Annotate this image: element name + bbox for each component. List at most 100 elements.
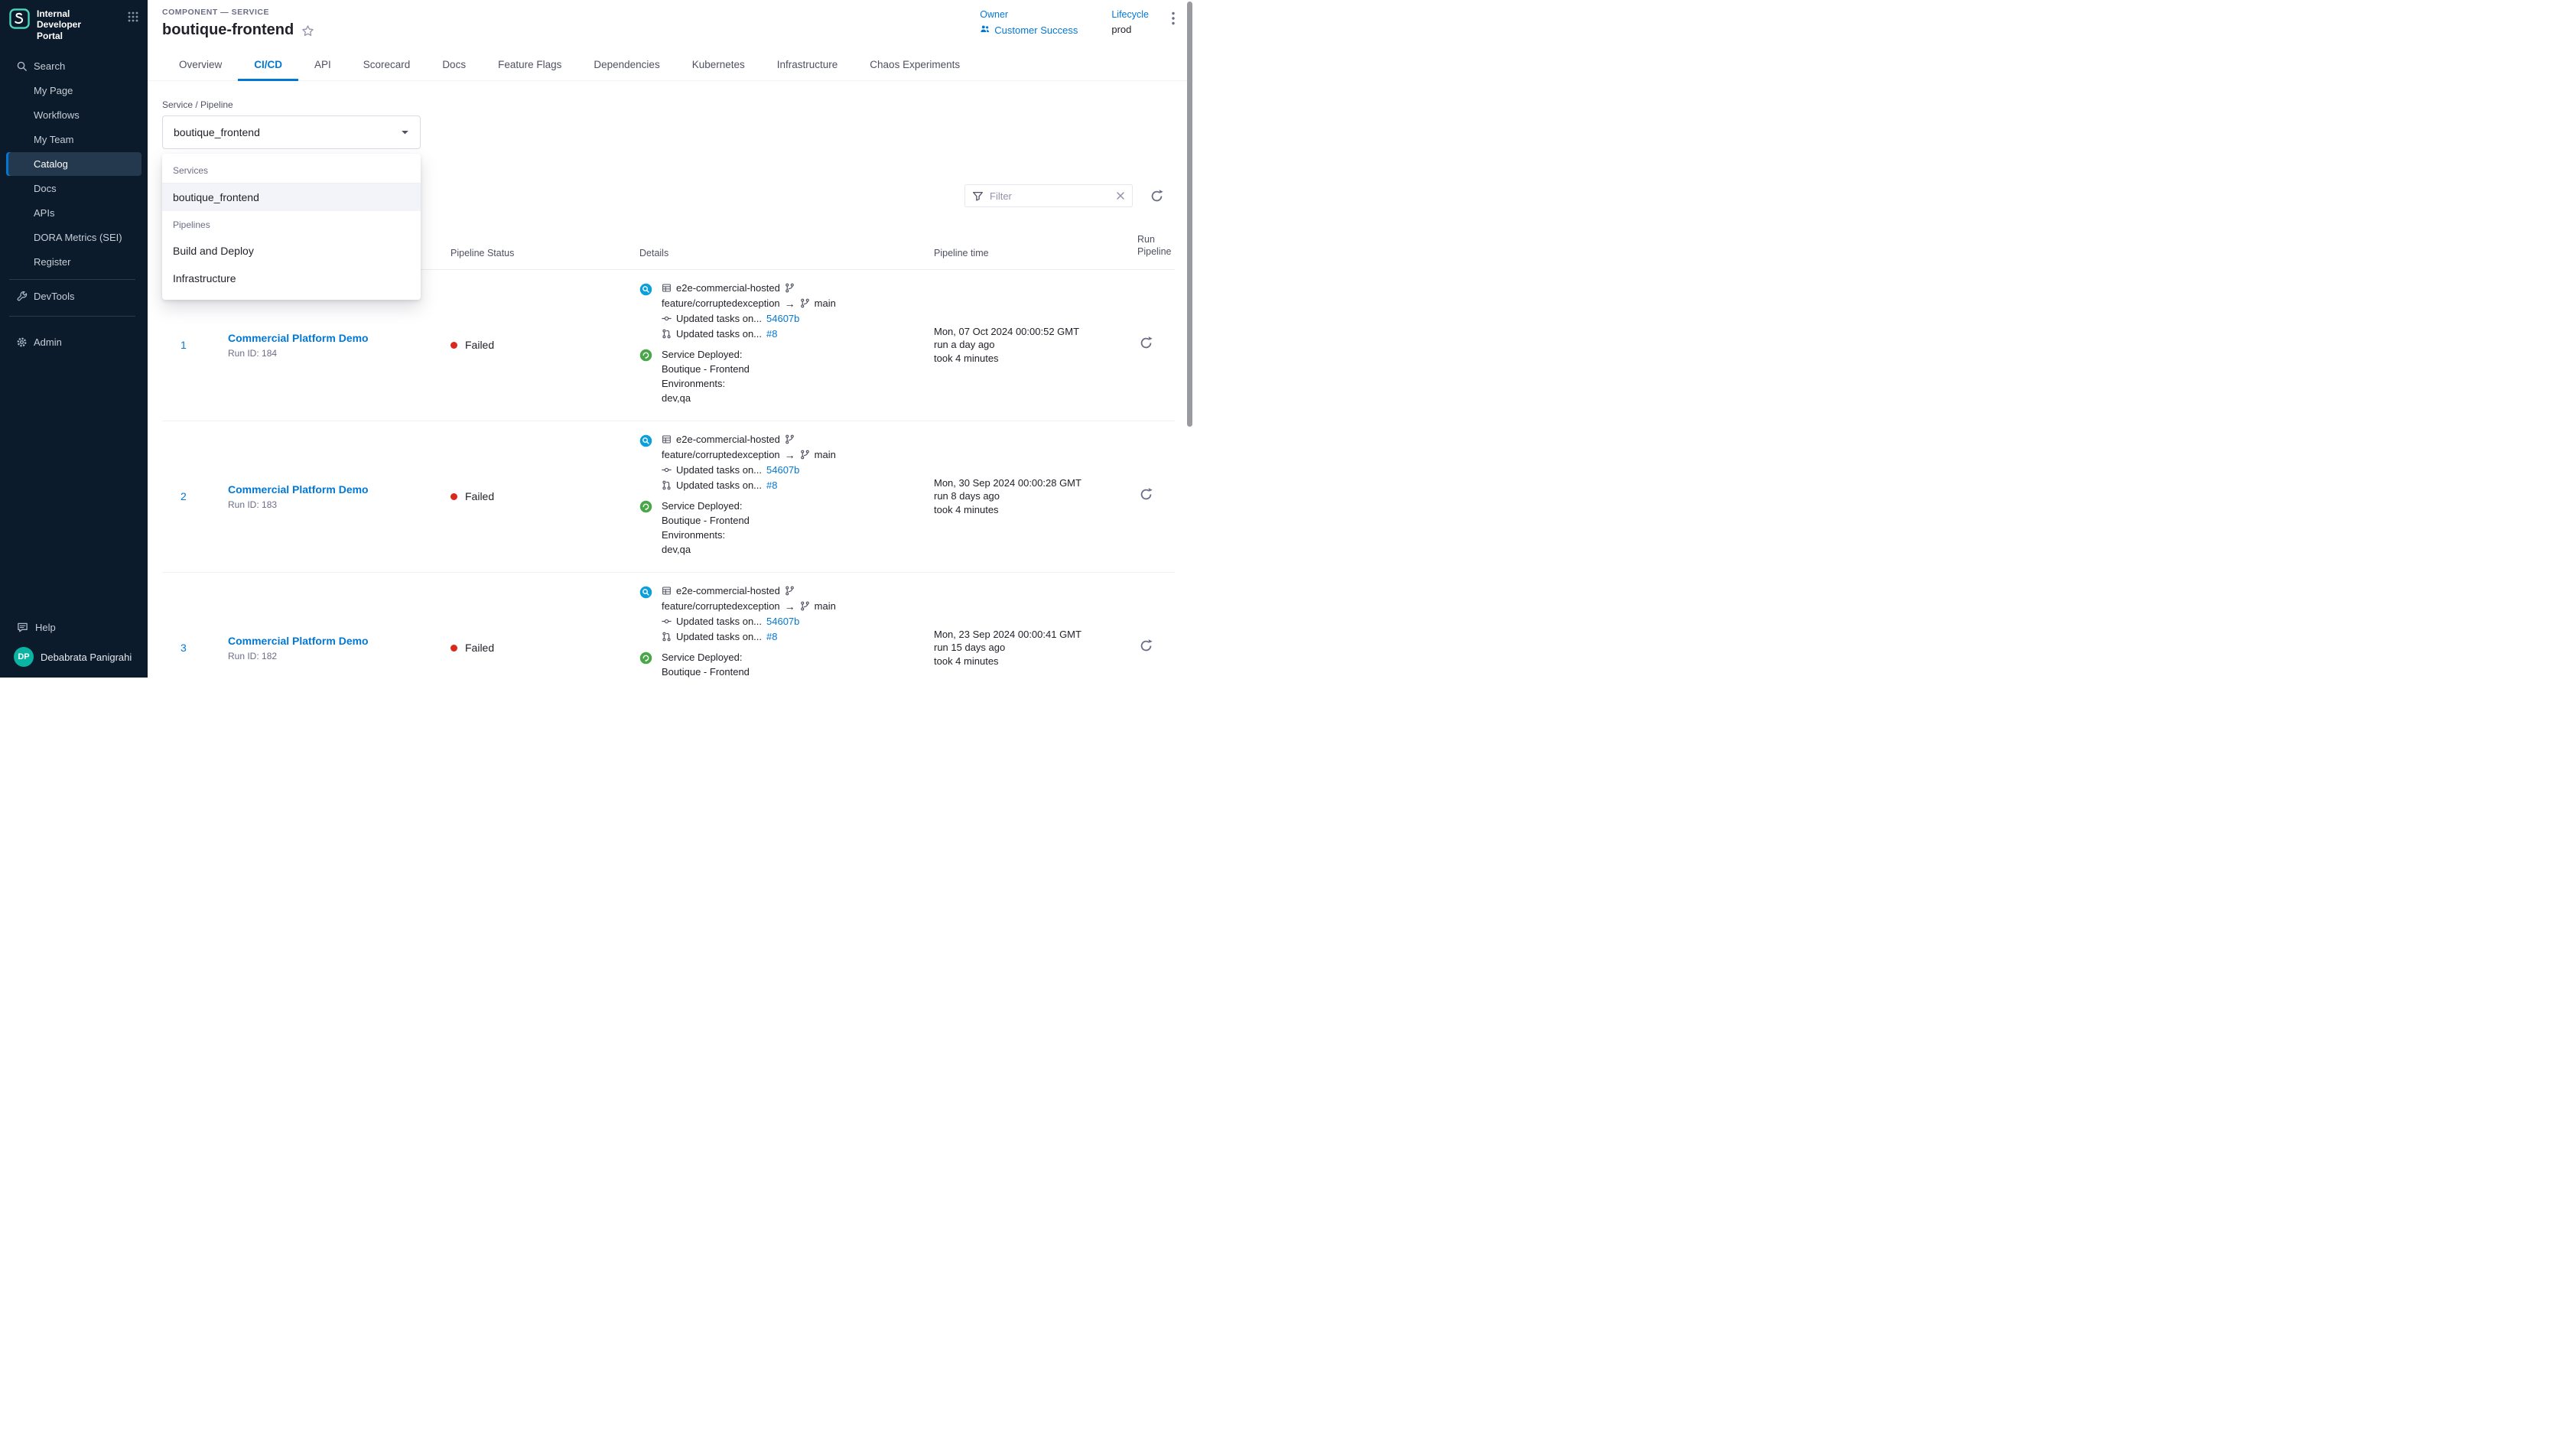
sidebar-item-catalog[interactable]: Catalog: [6, 152, 141, 176]
sidebar-item-my-page[interactable]: My Page: [6, 79, 141, 102]
git-commit-icon: [662, 314, 672, 323]
deploy-service: Boutique - Frontend: [662, 362, 750, 376]
tab-overview[interactable]: Overview: [163, 50, 238, 80]
owner-label: Owner: [980, 9, 1078, 20]
status-text: Failed: [465, 642, 494, 654]
run-number-link[interactable]: 3: [162, 642, 228, 654]
commit-line: Updated tasks on... 54607b: [662, 313, 836, 325]
pr-link[interactable]: #8: [766, 479, 777, 492]
run-number-link[interactable]: 1: [162, 339, 228, 351]
dropdown-item-infrastructure[interactable]: Infrastructure: [162, 265, 421, 292]
sidebar-item-search[interactable]: Search: [6, 54, 141, 78]
sidebar-item-dora-metrics[interactable]: DORA Metrics (SEI): [6, 226, 141, 249]
commit-link[interactable]: 54607b: [766, 464, 799, 476]
column-header-details: Details: [633, 248, 934, 258]
dropdown-item-build-and-deploy[interactable]: Build and Deploy: [162, 237, 421, 265]
commit-link[interactable]: 54607b: [766, 313, 799, 325]
pipeline-name-link[interactable]: Commercial Platform Demo: [228, 635, 450, 647]
help-chat-icon: [17, 622, 28, 633]
run-number-link[interactable]: 2: [162, 490, 228, 502]
pr-message: Updated tasks on...: [676, 631, 762, 643]
commit-link[interactable]: 54607b: [766, 616, 799, 628]
column-header-run-pipeline: Run Pipeline: [1128, 233, 1176, 258]
dropdown-item-boutique-frontend[interactable]: boutique_frontend: [162, 184, 421, 211]
owner-value-link[interactable]: Customer Success: [980, 24, 1078, 37]
sidebar-item-apis[interactable]: APIs: [6, 201, 141, 225]
time-gmt: Mon, 23 Sep 2024 00:00:41 GMT: [934, 628, 1128, 642]
pipeline-time-cell: Mon, 30 Sep 2024 00:00:28 GMT run 8 days…: [934, 476, 1128, 517]
tab-feature-flags[interactable]: Feature Flags: [482, 50, 577, 80]
pr-link[interactable]: #8: [766, 328, 777, 340]
lifecycle-value: prod: [1111, 24, 1149, 35]
tab-api[interactable]: API: [298, 50, 347, 80]
service-pipeline-label: Service / Pipeline: [162, 99, 1175, 110]
arrow-glyph: →: [785, 449, 795, 461]
sidebar-item-label: Admin: [34, 336, 62, 348]
cd-stage-icon: [639, 499, 652, 557]
refresh-table-button[interactable]: [1150, 189, 1164, 203]
pipeline-status: Failed: [450, 490, 633, 502]
tab-dependencies[interactable]: Dependencies: [577, 50, 675, 80]
column-header-time: Pipeline time: [934, 248, 1128, 258]
portal-logo-icon: [9, 8, 30, 33]
time-gmt: Mon, 07 Oct 2024 00:00:52 GMT: [934, 325, 1128, 339]
ci-stage-icon: [639, 434, 652, 492]
kebab-menu-button[interactable]: [1172, 11, 1175, 29]
favorite-star-icon[interactable]: [301, 24, 314, 37]
git-branch-icon: [800, 450, 810, 460]
time-ago: run a day ago: [934, 338, 1128, 352]
sidebar-item-label: My Team: [34, 134, 74, 145]
user-profile[interactable]: DP Debabrata Panigrahi: [9, 647, 138, 667]
user-avatar: DP: [14, 647, 34, 667]
tab-docs[interactable]: Docs: [426, 50, 482, 80]
owner-value: Customer Success: [994, 24, 1078, 36]
commit-message: Updated tasks on...: [676, 464, 762, 476]
filter-input[interactable]: [990, 190, 1110, 202]
help-label: Help: [35, 622, 56, 633]
cd-stage-icon: [639, 651, 652, 678]
tab-cicd[interactable]: CI/CD: [238, 50, 298, 80]
apps-grid-icon[interactable]: [128, 11, 138, 26]
service-pipeline-select[interactable]: boutique_frontend: [162, 115, 421, 149]
rerun-pipeline-button[interactable]: [1139, 487, 1153, 502]
repo-line: e2e-commercial-hosted: [662, 282, 836, 294]
target-branch: main: [815, 297, 836, 310]
run-id: Run ID: 183: [228, 499, 450, 510]
tab-chaos-experiments[interactable]: Chaos Experiments: [854, 50, 976, 80]
clear-filter-icon[interactable]: [1116, 191, 1125, 200]
sidebar-item-workflows[interactable]: Workflows: [6, 103, 141, 127]
time-ago: run 15 days ago: [934, 641, 1128, 655]
sidebar-item-my-team[interactable]: My Team: [6, 128, 141, 151]
rerun-pipeline-button[interactable]: [1139, 639, 1153, 653]
tab-infrastructure[interactable]: Infrastructure: [761, 50, 854, 80]
pipeline-name-link[interactable]: Commercial Platform Demo: [228, 332, 450, 344]
sidebar: Internal Developer Portal Search My Page…: [0, 0, 148, 678]
pr-line: Updated tasks on... #8: [662, 631, 836, 643]
git-pull-request-icon: [662, 480, 672, 490]
tab-scorecard[interactable]: Scorecard: [347, 50, 427, 80]
sidebar-item-admin[interactable]: Admin: [6, 330, 141, 354]
time-ago: run 8 days ago: [934, 489, 1128, 503]
sidebar-item-docs[interactable]: Docs: [6, 177, 141, 200]
rerun-pipeline-button[interactable]: [1139, 336, 1153, 350]
git-pull-request-icon: [662, 632, 672, 642]
pipeline-name-link[interactable]: Commercial Platform Demo: [228, 483, 450, 496]
lifecycle-block: Lifecycle prod: [1111, 9, 1149, 35]
source-branch: feature/corruptedexception: [662, 449, 780, 461]
sidebar-item-devtools[interactable]: DevTools: [6, 284, 141, 308]
failed-status-dot: [450, 645, 457, 652]
sidebar-item-label: Workflows: [34, 109, 80, 121]
scrollbar-thumb[interactable]: [1187, 2, 1192, 427]
pr-link[interactable]: #8: [766, 631, 777, 643]
sidebar-item-register[interactable]: Register: [6, 250, 141, 274]
status-text: Failed: [465, 490, 494, 502]
sidebar-item-label: APIs: [34, 207, 54, 219]
page-title: boutique-frontend: [162, 21, 294, 39]
tab-kubernetes[interactable]: Kubernetes: [676, 50, 761, 80]
git-commit-icon: [662, 616, 672, 626]
pipeline-status: Failed: [450, 339, 633, 351]
ci-stage-icon: [639, 585, 652, 643]
service-pipeline-dropdown: Services boutique_frontend Pipelines Bui…: [162, 154, 421, 300]
environments-label: Environments:: [662, 377, 750, 391]
help-button[interactable]: Help: [9, 616, 138, 647]
